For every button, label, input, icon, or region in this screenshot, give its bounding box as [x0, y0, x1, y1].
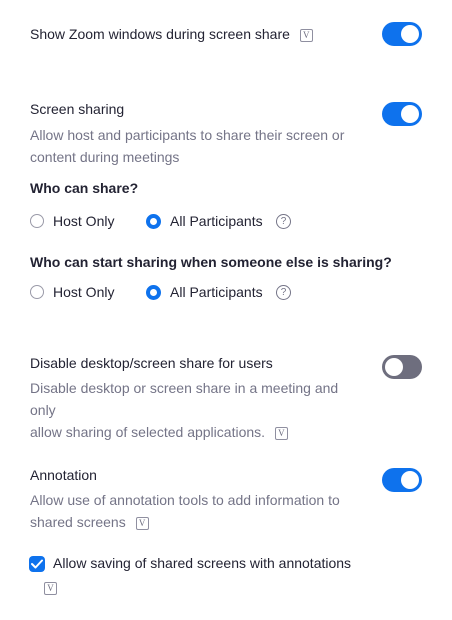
help-icon[interactable]: ?: [276, 285, 291, 300]
info-v-icon[interactable]: V: [299, 28, 313, 42]
help-icon[interactable]: ?: [276, 214, 291, 229]
show-zoom-windows-toggle[interactable]: [382, 22, 422, 46]
disable-desktop-toggle[interactable]: [382, 355, 422, 379]
info-v-icon[interactable]: V: [44, 582, 57, 596]
radio-all-participants-label[interactable]: All Participants: [170, 284, 263, 300]
info-v-icon[interactable]: V: [274, 426, 288, 440]
checkmark-icon: [31, 559, 43, 569]
who-can-share-label: Who can share?: [30, 180, 139, 196]
annotation-title: Annotation: [30, 467, 97, 483]
radio-host-only[interactable]: [30, 214, 44, 228]
annotation-toggle[interactable]: [382, 468, 422, 492]
radio-all-participants-label[interactable]: All Participants: [170, 213, 263, 229]
allow-saving-checkbox[interactable]: [29, 556, 45, 572]
toggle-knob: [401, 105, 419, 123]
annotation-description: Allow use of annotation tools to add inf…: [30, 492, 340, 530]
screen-sharing-title: Screen sharing: [30, 101, 125, 117]
toggle-knob: [401, 25, 419, 43]
radio-host-only-label[interactable]: Host Only: [53, 284, 114, 300]
toggle-knob: [401, 471, 419, 489]
allow-saving-info: V: [38, 580, 57, 598]
screen-sharing-toggle[interactable]: [382, 102, 422, 126]
disable-desktop-title: Disable desktop/screen share for users: [30, 355, 273, 371]
radio-all-participants[interactable]: [146, 214, 161, 229]
who-can-start-sharing-label: Who can start sharing when someone else …: [30, 254, 392, 270]
info-v-icon[interactable]: V: [135, 516, 149, 530]
radio-all-participants[interactable]: [146, 285, 161, 300]
show-zoom-windows-title: Show Zoom windows during screen share V: [30, 26, 313, 42]
allow-saving-label[interactable]: Allow saving of shared screens with anno…: [53, 555, 351, 571]
disable-desktop-description: Disable desktop or screen share in a mee…: [30, 380, 339, 440]
toggle-knob: [385, 358, 403, 376]
radio-host-only-label[interactable]: Host Only: [53, 213, 114, 229]
screen-sharing-description: Allow host and participants to share the…: [30, 127, 345, 165]
radio-host-only[interactable]: [30, 285, 44, 299]
